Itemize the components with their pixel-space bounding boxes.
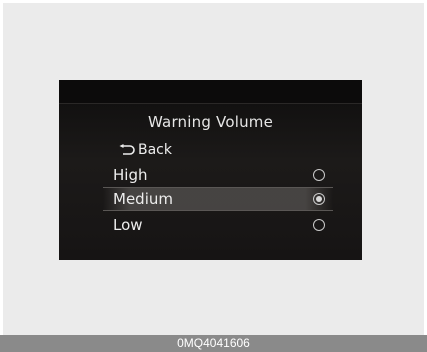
status-bar (59, 80, 362, 104)
radio-icon[interactable] (313, 169, 325, 181)
option-label: Low (113, 216, 143, 234)
back-arrow-icon (119, 144, 135, 155)
figure-caption: 0MQ4041606 (0, 335, 427, 352)
option-low[interactable]: Low (103, 213, 333, 237)
radio-icon[interactable] (313, 219, 325, 231)
option-high[interactable]: High (103, 163, 333, 187)
option-medium[interactable]: Medium (103, 187, 333, 211)
radio-selected-icon[interactable] (313, 193, 325, 205)
option-label: High (113, 166, 148, 184)
back-label: Back (138, 142, 172, 158)
back-button[interactable]: Back (117, 142, 172, 158)
display-screen: Warning Volume Back High Medium Low (59, 80, 362, 260)
option-label: Medium (113, 190, 173, 208)
page-title: Warning Volume (147, 113, 274, 131)
